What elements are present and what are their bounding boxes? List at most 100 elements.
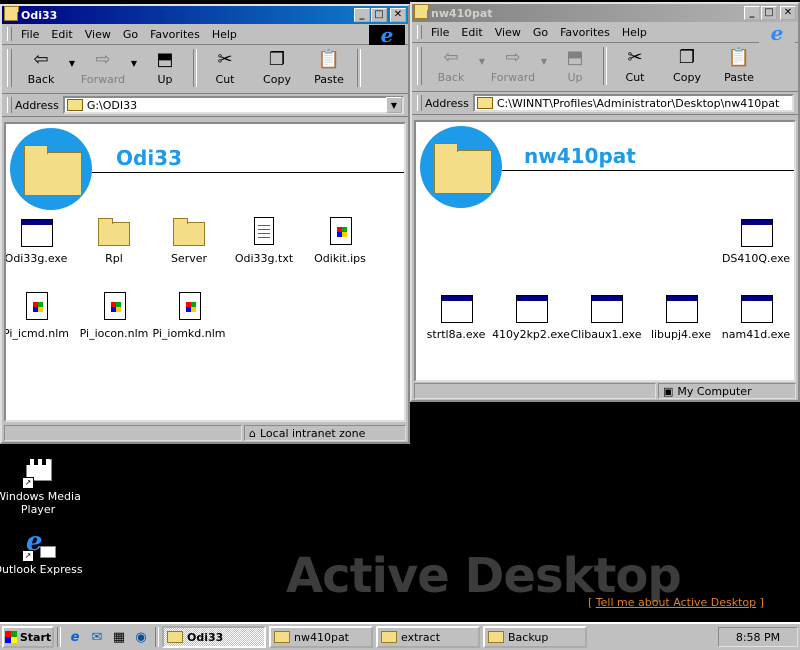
ie-logo-icon: e (369, 25, 405, 45)
media-player-icon: ↗ (22, 455, 54, 489)
forward-button[interactable]: ⇨ Forward (77, 47, 129, 86)
address-input[interactable]: C:\WINNT\Profiles\Administrator\Desktop\… (472, 94, 794, 112)
file-item[interactable]: nam41d.exe (716, 292, 794, 341)
up-button[interactable]: ⬒ Up (139, 47, 191, 86)
back-button[interactable]: ⇦ Back (425, 45, 477, 84)
up-folder-icon: ⬒ (156, 49, 174, 70)
ie-logo-icon: e (759, 23, 795, 43)
task-extract[interactable]: extract (376, 626, 480, 648)
outlook-quicklaunch-icon[interactable]: ✉ (88, 628, 106, 646)
show-desktop-icon[interactable]: ▦ (110, 628, 128, 646)
menu-help[interactable]: Help (616, 26, 653, 39)
window-nw410pat[interactable]: nw410pat _ □ ✕ File Edit View Go Favorit… (410, 2, 800, 402)
back-dropdown[interactable]: ▼ (477, 57, 487, 66)
menu-file[interactable]: File (15, 28, 45, 41)
address-input[interactable]: G:\ODI33 ▼ (62, 96, 404, 114)
toolbar-grip (417, 47, 422, 85)
menu-favorites[interactable]: Favorites (144, 28, 206, 41)
menu-go[interactable]: Go (527, 26, 554, 39)
up-button[interactable]: ⬒ Up (549, 45, 601, 84)
file-item[interactable]: libupj4.exe (641, 292, 721, 341)
desktop-icon-media-player[interactable]: ↗ Windows Media Player (0, 455, 83, 516)
clock[interactable]: 8:58 PM (736, 631, 780, 644)
paste-button[interactable]: 📋 Paste (303, 47, 355, 86)
copy-icon: ❐ (678, 47, 696, 68)
address-label: Address (15, 98, 59, 112)
toolbar: ⇦ Back ▼ ⇨ Forward ▼ ⬒ Up ✂ Cut ❐ Copy 📋 Paste (2, 45, 408, 94)
window-odi33[interactable]: Odi33 _ □ ✕ File Edit View Go Favorites … (0, 4, 410, 444)
cut-button[interactable]: ✂ Cut (199, 47, 251, 86)
folder-icon (98, 218, 130, 246)
folder-view[interactable]: nw410pat DS410Q.exe strtl8a.exe 410y2kp2… (414, 120, 796, 382)
menu-view[interactable]: View (79, 28, 117, 41)
copy-button[interactable]: ❐ Copy (251, 47, 303, 86)
address-dropdown-button[interactable]: ▼ (386, 97, 402, 113)
folder-item[interactable]: Server (149, 216, 229, 265)
desktop-icon-outlook-express[interactable]: e ↗ Outlook Express (0, 528, 83, 576)
forward-dropdown[interactable]: ▼ (539, 57, 549, 66)
file-item[interactable]: Pi_iomkd.nlm (149, 291, 229, 340)
maximize-button[interactable]: □ (371, 8, 387, 22)
file-item[interactable]: Pi_iocon.nlm (74, 291, 154, 340)
folder-icon (476, 97, 493, 109)
copy-button[interactable]: ❐ Copy (661, 45, 713, 84)
task-odi33[interactable]: Odi33 (162, 626, 266, 648)
forward-button[interactable]: ⇨ Forward (487, 45, 539, 84)
menu-bar: File Edit View Go Favorites Help e (412, 22, 798, 43)
start-button[interactable]: Start (2, 626, 54, 648)
folder-icon (173, 218, 205, 246)
title-bar[interactable]: Odi33 _ □ ✕ (2, 5, 408, 24)
close-button[interactable]: ✕ (780, 6, 796, 20)
cut-button[interactable]: ✂ Cut (609, 45, 661, 84)
file-item[interactable]: Odi33g.txt (224, 216, 304, 265)
address-value: C:\WINNT\Profiles\Administrator\Desktop\… (496, 96, 780, 110)
window-title: nw410pat (431, 6, 493, 20)
menu-file[interactable]: File (425, 26, 455, 39)
paste-button[interactable]: 📋 Paste (713, 45, 765, 84)
menu-help[interactable]: Help (206, 28, 243, 41)
system-tray: 8:58 PM (718, 627, 798, 647)
toolbar: ⇦ Back ▼ ⇨ Forward ▼ ⬒ Up ✂ Cut ❐ Copy 📋 Paste (412, 43, 798, 92)
file-item[interactable]: Clibaux1.exe (566, 292, 646, 341)
back-button[interactable]: ⇦ Back (15, 47, 67, 86)
minimize-button[interactable]: _ (744, 6, 760, 20)
menu-favorites[interactable]: Favorites (554, 26, 616, 39)
menu-bar: File Edit View Go Favorites Help e (2, 24, 408, 45)
back-dropdown[interactable]: ▼ (67, 59, 77, 68)
menu-edit[interactable]: Edit (45, 28, 78, 41)
file-item[interactable]: Odikit.ips (300, 216, 380, 265)
status-bar: ▣ My Computer (414, 382, 796, 400)
channels-icon[interactable]: ◉ (132, 628, 150, 646)
minimize-button[interactable]: _ (354, 8, 370, 22)
folder-icon (414, 3, 429, 19)
file-item[interactable]: Pi_icmd.nlm (6, 291, 76, 340)
task-nw410pat[interactable]: nw410pat (269, 626, 373, 648)
toolbar-separator (357, 49, 361, 87)
menu-go[interactable]: Go (117, 28, 144, 41)
folder-icon (167, 631, 183, 643)
tell-me-link[interactable]: Tell me about Active Desktop (596, 596, 756, 609)
file-item[interactable]: DS410Q.exe (716, 216, 794, 265)
header-divider (502, 170, 794, 171)
menu-edit[interactable]: Edit (455, 26, 488, 39)
active-desktop-help: [ Tell me about Active Desktop ] (588, 596, 764, 609)
task-backup[interactable]: Backup (483, 626, 587, 648)
toolbar-separator (193, 49, 197, 87)
title-bar[interactable]: nw410pat _ □ ✕ (412, 3, 798, 22)
maximize-button[interactable]: □ (761, 6, 777, 20)
file-item[interactable]: strtl8a.exe (416, 292, 496, 341)
menu-view[interactable]: View (489, 26, 527, 39)
status-bar: ⌂ Local intranet zone (4, 424, 406, 442)
folder-view[interactable]: Odi33 Odi33g.exe Rpl Server Odi33g.txt O… (4, 122, 406, 422)
taskbar-separator (155, 627, 159, 647)
forward-dropdown[interactable]: ▼ (129, 59, 139, 68)
folder-icon (4, 5, 19, 21)
close-button[interactable]: ✕ (390, 8, 406, 22)
address-grip (417, 95, 422, 111)
address-bar: Address C:\WINNT\Profiles\Administrator\… (412, 92, 798, 115)
file-item[interactable]: Odi33g.exe (6, 216, 76, 265)
file-item[interactable]: 410y2kp2.exe (491, 292, 571, 341)
scissors-icon: ✂ (217, 49, 233, 70)
ie-quicklaunch-icon[interactable]: e (66, 628, 84, 646)
folder-item[interactable]: Rpl (74, 216, 154, 265)
